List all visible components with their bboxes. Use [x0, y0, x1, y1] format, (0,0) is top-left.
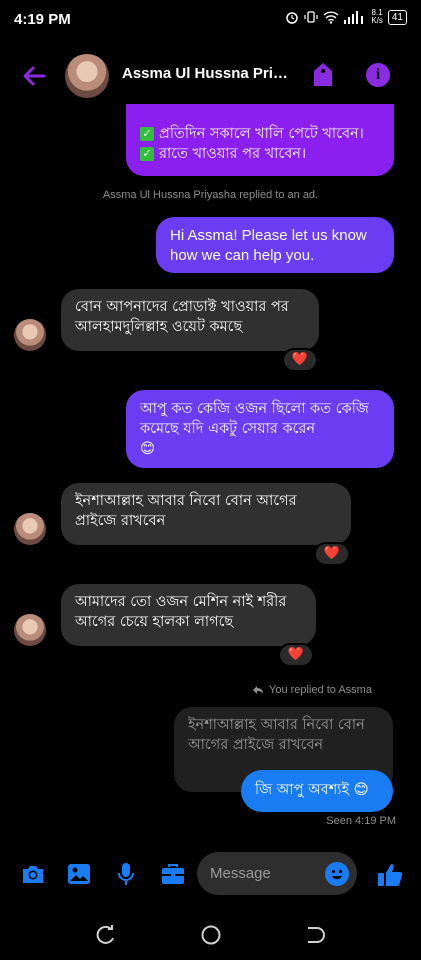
- network-speed: 8.1 K/s: [371, 8, 383, 25]
- back-arrow-icon[interactable]: [20, 62, 48, 90]
- incoming-message-bubble[interactable]: আমাদের তো ওজন মেশিন নাই শরীর আগের চেয়ে …: [61, 584, 316, 646]
- microphone-icon[interactable]: [113, 862, 139, 886]
- info-icon[interactable]: i: [366, 63, 390, 87]
- briefcase-icon[interactable]: [160, 862, 186, 886]
- image-icon[interactable]: [66, 862, 92, 886]
- vibrate-icon: [304, 11, 318, 23]
- chat-header: Assma Ul Hussna Priy... i: [0, 48, 421, 104]
- incoming-message-bubble[interactable]: বোন আপনাদের প্রোডাক্ট খাওয়ার পর আলহামদু…: [61, 289, 319, 351]
- reply-message-bubble[interactable]: জি আপু অবশ্যই 😊: [241, 770, 393, 812]
- check-icon: ✓: [140, 127, 154, 141]
- avatar[interactable]: [14, 319, 46, 351]
- message-composer: [0, 850, 421, 898]
- home-icon[interactable]: [200, 924, 222, 946]
- check-icon: ✓: [140, 147, 154, 161]
- status-icons: 8.1 K/s 41: [285, 9, 407, 25]
- recent-apps-icon[interactable]: [94, 924, 116, 946]
- heart-reaction[interactable]: ❤️: [314, 542, 350, 566]
- contact-name[interactable]: Assma Ul Hussna Priy...: [122, 65, 292, 82]
- battery-indicator: 41: [387, 9, 407, 25]
- ad-message-bubble[interactable]: ✓ প্রতিদিন সকালে খালি পেটে খাবেন। ✓ রাতে…: [126, 104, 394, 176]
- reply-indicator: You replied to Assma: [252, 684, 372, 696]
- back-icon[interactable]: [304, 924, 326, 946]
- wifi-icon: [323, 10, 339, 24]
- signal-icon: [344, 10, 364, 24]
- alarm-icon: [286, 12, 299, 24]
- tag-icon[interactable]: [310, 61, 336, 89]
- heart-reaction[interactable]: ❤️: [278, 643, 314, 667]
- avatar[interactable]: [14, 614, 46, 646]
- heart-reaction[interactable]: ❤️: [282, 348, 318, 372]
- system-navigation-bar: [0, 910, 421, 960]
- system-reply-notice: Assma Ul Hussna Priyasha replied to an a…: [102, 189, 319, 201]
- seen-status: Seen 4:19 PM: [326, 815, 396, 827]
- camera-icon[interactable]: [20, 862, 46, 886]
- contact-avatar[interactable]: [65, 54, 109, 98]
- ad-line-1: ✓ প্রতিদিন সকালে খালি পেটে খাবেন।: [140, 124, 380, 144]
- outgoing-message-bubble[interactable]: আপু কত কেজি ওজন ছিলো কত কেজি কমেছে যদি এ…: [126, 390, 394, 468]
- ad-line-2: ✓ রাতে খাওয়ার পর খাবেন।: [140, 144, 380, 164]
- greeting-bubble[interactable]: Hi Assma! Please let us know how we can …: [156, 217, 394, 273]
- emoji-icon[interactable]: [325, 862, 349, 886]
- status-time: 4:19 PM: [14, 11, 71, 28]
- smile-emoji-icon: 😊: [140, 441, 156, 457]
- incoming-message-bubble[interactable]: ইনশাআল্লাহ আবার নিবো বোন আগের প্রাইজে রা…: [61, 483, 351, 545]
- avatar[interactable]: [14, 513, 46, 545]
- outgoing-message-text: আপু কত কেজি ওজন ছিলো কত কেজি কমেছে যদি এ…: [140, 401, 369, 437]
- status-bar: 4:19 PM 8.1 K/s 41: [0, 0, 421, 40]
- thumbs-up-icon[interactable]: [376, 862, 404, 888]
- emoji-face-icon: [331, 869, 343, 880]
- reply-icon: [253, 686, 263, 694]
